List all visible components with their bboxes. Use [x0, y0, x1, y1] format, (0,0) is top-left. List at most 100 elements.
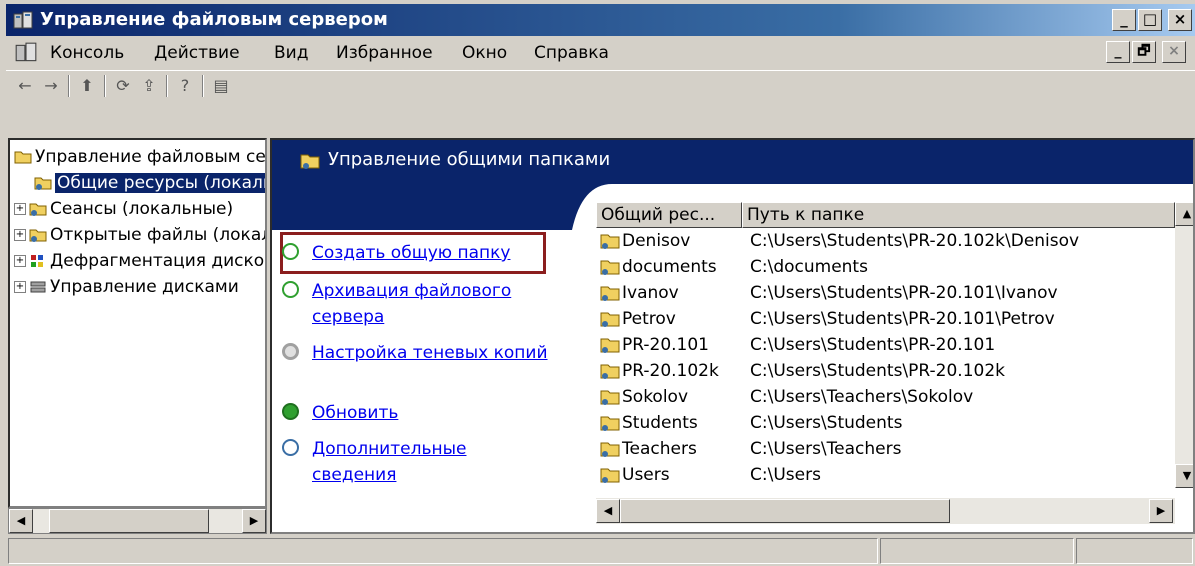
tree-item-label: Открытые файлы (локальные): [50, 225, 265, 245]
window: Управление файловым сервером _ □ × Консо…: [0, 0, 1195, 566]
menu-action[interactable]: Действие: [154, 42, 240, 64]
tree-item-label: Сеансы (локальные): [50, 199, 234, 219]
tree-item-defrag[interactable]: + Дефрагментация дисков: [14, 248, 267, 274]
share-name: documents: [622, 257, 717, 277]
forward-arrow-icon[interactable]: →: [40, 75, 62, 97]
expand-icon[interactable]: +: [14, 255, 26, 267]
window-title: Управление файловым сервером: [40, 9, 388, 30]
maximize-button[interactable]: □: [1138, 9, 1162, 31]
tree-item-label: Дефрагментация дисков: [50, 251, 267, 271]
tree-item-shares[interactable]: Общие ресурсы (локальные): [34, 170, 265, 196]
expand-icon[interactable]: +: [14, 281, 26, 293]
mdi-restore-button[interactable]: 🗗: [1132, 41, 1156, 63]
toolbar-separator: [202, 75, 204, 97]
task-link[interactable]: Дополнительные сведения: [312, 436, 552, 488]
scroll-left-icon[interactable]: ◀: [596, 499, 620, 523]
share-path: C:\Users\Teachers\Sokolov: [750, 387, 974, 407]
refresh-icon[interactable]: ⟳: [112, 75, 134, 97]
status-panel: [880, 538, 1074, 564]
column-header-path[interactable]: Путь к папке: [742, 202, 1175, 228]
green-arrow-icon: [282, 243, 299, 260]
shared-folder-icon: [600, 416, 620, 431]
share-path: C:\Users\Students\PR-20.102k: [750, 361, 1005, 381]
tree-item-root[interactable]: Управление файловым сервером: [14, 144, 266, 170]
shared-folder-icon: [600, 312, 620, 327]
menu-favorites[interactable]: Избранное: [336, 42, 433, 64]
tree-item-label: Управление файловым сервером: [35, 147, 266, 167]
sessions-icon: [29, 203, 47, 216]
horizontal-scrollbar[interactable]: ◀ ▶: [596, 498, 1175, 524]
status-panel: [8, 538, 878, 564]
help-icon[interactable]: ?: [174, 75, 196, 97]
shared-folder-icon: [600, 338, 620, 353]
shared-folder-icon: [300, 154, 320, 169]
shared-folder-icon: [600, 442, 620, 457]
help-icon: [282, 439, 299, 456]
panel-title: Управление общими папками: [328, 149, 611, 170]
app-icon: [13, 11, 33, 29]
up-level-icon[interactable]: ⬆: [76, 75, 98, 97]
share-name: Students: [622, 413, 698, 433]
menu-help[interactable]: Справка: [534, 42, 609, 64]
menu-console[interactable]: Консоль: [50, 42, 124, 64]
minimize-button[interactable]: _: [1112, 9, 1136, 31]
task-link[interactable]: Настройка теневых копий: [312, 340, 552, 366]
share-path: C:\Users\Students\PR-20.101\Ivanov: [750, 283, 1058, 303]
mdi-close-button[interactable]: ×: [1162, 41, 1186, 63]
task-link[interactable]: Создать общую папку: [312, 240, 552, 266]
status-panel: [1076, 538, 1193, 564]
title-bar[interactable]: Управление файловым сервером _ □ ×: [6, 4, 1195, 36]
scroll-up-icon[interactable]: ▲: [1175, 202, 1193, 226]
back-arrow-icon[interactable]: ←: [14, 75, 36, 97]
scroll-thumb[interactable]: [620, 499, 950, 523]
vertical-scrollbar-track[interactable]: [1175, 226, 1193, 488]
mdi-minimize-button[interactable]: _: [1106, 41, 1130, 63]
tree-horizontal-scrollbar[interactable]: ◀ ▶: [8, 508, 267, 534]
share-path: C:\Users: [750, 465, 821, 485]
status-bar: [6, 536, 1195, 566]
console-icon[interactable]: [14, 41, 38, 65]
action-icon[interactable]: ▤: [210, 75, 232, 97]
shared-folder-icon: [600, 286, 620, 301]
console-tree: Управление файловым сервером Общие ресур…: [8, 138, 267, 508]
menu-view[interactable]: Вид: [274, 42, 308, 64]
menu-window[interactable]: Окно: [462, 42, 507, 64]
scroll-thumb[interactable]: [49, 509, 209, 533]
tree-item-label: Общие ресурсы (локальные): [55, 173, 265, 193]
toolbar-separator: [166, 75, 168, 97]
share-name: Teachers: [622, 439, 697, 459]
shared-folder-icon: [34, 177, 52, 190]
export-list-icon[interactable]: ⇪: [138, 75, 160, 97]
task-link[interactable]: Обновить: [312, 400, 552, 426]
refresh-icon: [282, 403, 299, 420]
scroll-down-icon[interactable]: ▼: [1175, 464, 1193, 488]
share-name: Petrov: [622, 309, 676, 329]
toolbar-separator: [104, 75, 106, 97]
defrag-icon: [31, 255, 43, 267]
scroll-left-icon[interactable]: ◀: [9, 509, 33, 533]
tree-item-sessions[interactable]: + Сеансы (локальные): [14, 196, 233, 222]
share-path: C:\Users\Students: [750, 413, 903, 433]
expand-icon[interactable]: +: [14, 203, 26, 215]
share-path: C:\Users\Students\PR-20.101\Petrov: [750, 309, 1055, 329]
tree-item-open-files[interactable]: + Открытые файлы (локальные): [14, 222, 265, 248]
share-name: Sokolov: [622, 387, 689, 407]
column-header-share[interactable]: Общий рес...: [596, 202, 742, 228]
expand-icon[interactable]: +: [14, 229, 26, 241]
task-link[interactable]: Архивация файлового сервера: [312, 278, 552, 330]
scroll-right-icon[interactable]: ▶: [1149, 499, 1173, 523]
share-path: C:\Users\Students\PR-20.102k\Denisov: [750, 231, 1080, 251]
header-banner: Управление общими папками: [272, 140, 1193, 184]
share-path: C:\documents: [750, 257, 868, 277]
menu-bar: Консоль Действие Вид Избранное Окно Спра…: [6, 38, 1195, 68]
open-files-icon: [29, 229, 47, 242]
tree-item-disk-management[interactable]: + Управление дисками: [14, 274, 239, 300]
tree-item-label: Управление дисками: [50, 277, 239, 297]
gray-circle-icon: [282, 343, 299, 360]
green-arrow-icon: [282, 281, 299, 298]
shared-folder-icon: [600, 260, 620, 275]
shared-folder-icon: [600, 390, 620, 405]
details-pane: Управление общими папками Создать общую …: [270, 138, 1195, 534]
scroll-right-icon[interactable]: ▶: [242, 509, 266, 533]
close-button[interactable]: ×: [1168, 9, 1192, 31]
